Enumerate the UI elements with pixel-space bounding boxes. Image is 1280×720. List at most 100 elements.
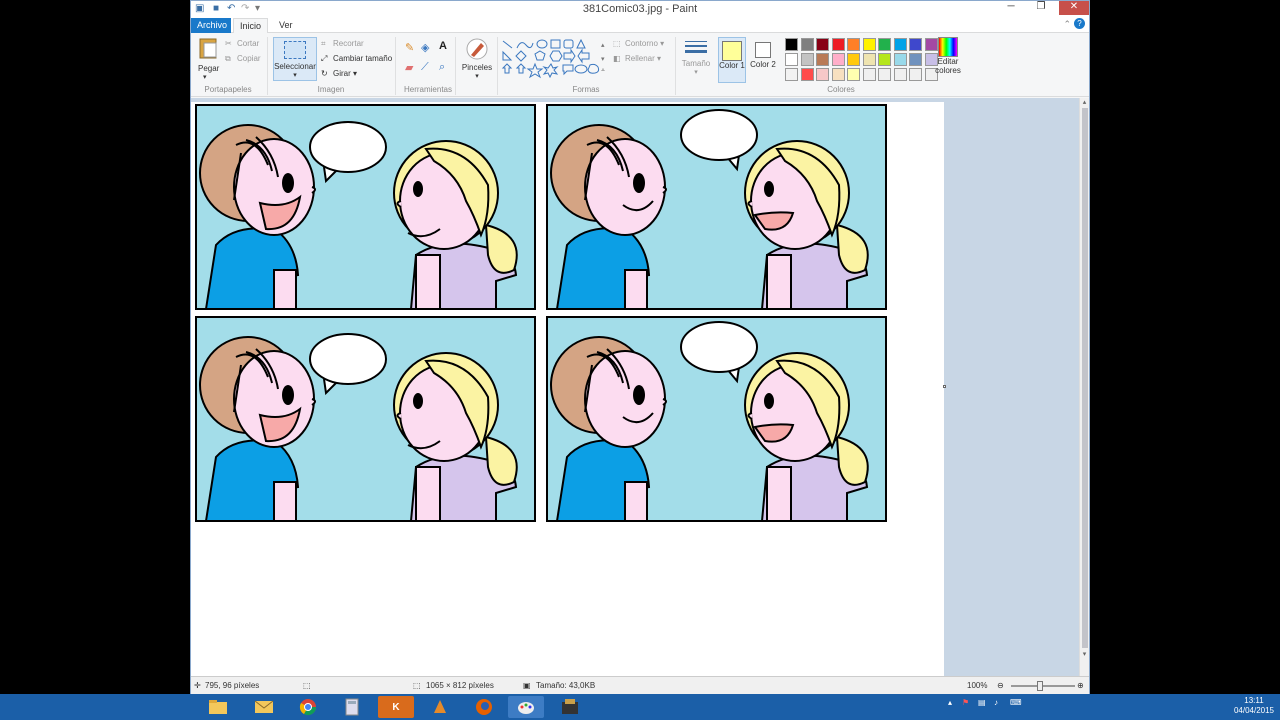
- maximize-button[interactable]: ❐: [1029, 1, 1053, 15]
- app2-button[interactable]: [552, 696, 588, 718]
- volume-icon[interactable]: ♪: [994, 698, 998, 707]
- collapse-ribbon-icon[interactable]: ⌃: [1063, 19, 1071, 30]
- palette-swatch[interactable]: [893, 68, 907, 81]
- resize-button[interactable]: ⤢ Cambiar tamaño: [321, 54, 392, 64]
- palette-swatch[interactable]: [816, 53, 829, 66]
- selection-size-icon: ⬚: [303, 681, 311, 690]
- file-explorer-button[interactable]: [200, 696, 236, 718]
- clock[interactable]: 13:11 04/04/2015: [1234, 696, 1274, 716]
- select-icon: [284, 41, 306, 59]
- palette-swatch[interactable]: [816, 68, 829, 81]
- crop-button[interactable]: ⌗ Recortar: [321, 39, 364, 49]
- scroll-down-icon[interactable]: ▾: [1080, 650, 1089, 658]
- zoom-slider-thumb[interactable]: [1037, 681, 1043, 691]
- tab-inicio[interactable]: Inicio: [233, 18, 269, 33]
- app-button[interactable]: [422, 696, 458, 718]
- outline-button[interactable]: ⬚ Contorno ▾: [613, 39, 664, 49]
- speech-bubble: [680, 109, 758, 161]
- palette-swatch[interactable]: [862, 38, 876, 51]
- crop-icon: ⌗: [321, 39, 326, 48]
- fill-button[interactable]: ◧ Rellenar ▾: [613, 54, 661, 64]
- rotate-button[interactable]: ↻ Girar ▾: [321, 69, 357, 79]
- palette-swatch[interactable]: [862, 53, 876, 66]
- file-size: Tamaño: 43,0KB: [536, 681, 596, 690]
- calculator-button[interactable]: [334, 696, 370, 718]
- palette-swatch[interactable]: [893, 38, 907, 51]
- shapes-scroll-up-icon[interactable]: ▴: [601, 41, 605, 49]
- palette-swatch[interactable]: [785, 38, 798, 51]
- canvas-area[interactable]: [191, 98, 1079, 676]
- tab-archivo[interactable]: Archivo: [191, 18, 231, 33]
- pencil-icon[interactable]: ✎: [405, 41, 414, 54]
- palette-swatch[interactable]: [909, 68, 922, 81]
- palette-swatch[interactable]: [816, 38, 829, 51]
- close-button[interactable]: ✕: [1059, 1, 1089, 15]
- fill-bucket-icon[interactable]: ◈: [421, 41, 429, 54]
- network-icon[interactable]: ▤: [978, 698, 986, 707]
- paste-button[interactable]: [197, 37, 221, 65]
- fill-icon: ◧: [613, 54, 621, 63]
- cut-button[interactable]: ✂ Cortar: [225, 39, 259, 49]
- paste-dropdown-icon[interactable]: ▾: [203, 73, 207, 81]
- canvas-resize-handle[interactable]: [943, 385, 946, 388]
- brushes-button[interactable]: Pinceles ▾: [461, 37, 493, 80]
- palette-swatch[interactable]: [831, 53, 845, 66]
- palette-swatch[interactable]: [878, 53, 891, 66]
- language-icon[interactable]: ⌨: [1010, 698, 1022, 707]
- palette-swatch[interactable]: [800, 68, 814, 81]
- palette-swatch[interactable]: [862, 68, 876, 81]
- minimize-button[interactable]: ─: [999, 1, 1023, 15]
- palette-swatch[interactable]: [785, 68, 798, 81]
- palette-swatch[interactable]: [878, 38, 891, 51]
- firefox-button[interactable]: [466, 696, 502, 718]
- palette-swatch[interactable]: [847, 38, 860, 51]
- shapes-scroll-down-icon[interactable]: ▾: [601, 55, 605, 63]
- palette-swatch[interactable]: [785, 53, 798, 66]
- color1-button[interactable]: Color 1: [718, 37, 746, 83]
- tab-ver[interactable]: Ver: [273, 18, 299, 33]
- color2-button[interactable]: Color 2: [749, 37, 777, 69]
- color-picker-icon[interactable]: ⟋: [421, 61, 429, 74]
- scrollbar-thumb[interactable]: [1081, 108, 1088, 648]
- paint-taskbar-button[interactable]: [508, 696, 544, 718]
- edit-colors-button[interactable]: Editar colores: [933, 37, 963, 75]
- image-dimensions: 1065 × 812 píxeles: [426, 681, 494, 690]
- kingsoft-button[interactable]: K: [378, 696, 414, 718]
- shapes-more-icon[interactable]: ⩡: [601, 67, 605, 75]
- eraser-icon[interactable]: ▰: [405, 61, 413, 74]
- clipboard-group-label: Portapapeles: [204, 85, 252, 94]
- comic-image[interactable]: [191, 102, 944, 676]
- palette-swatch[interactable]: [909, 53, 922, 66]
- palette-swatch[interactable]: [893, 53, 907, 66]
- palette-swatch[interactable]: [878, 68, 891, 81]
- taskbar: K ▴ ⚑ ▤ ♪ ⌨ 13:11 04/04/2015: [0, 694, 1280, 720]
- palette-swatch[interactable]: [909, 38, 922, 51]
- help-icon[interactable]: ?: [1074, 18, 1085, 29]
- shapes-gallery[interactable]: [501, 39, 601, 81]
- zoom-in-icon[interactable]: ⊕: [1077, 681, 1084, 690]
- ribbon-tabs: Archivo Inicio Ver ⌃ ?: [191, 17, 1089, 33]
- palette-swatch[interactable]: [800, 53, 814, 66]
- chrome-button[interactable]: [290, 696, 326, 718]
- select-label: Seleccionar: [274, 62, 316, 71]
- scroll-up-icon[interactable]: ▴: [1080, 98, 1089, 106]
- select-button[interactable]: Seleccionar ▾: [273, 37, 317, 81]
- magnifier-icon[interactable]: ⌕: [439, 61, 445, 74]
- size-button[interactable]: Tamaño ▾: [681, 39, 711, 76]
- color2-swatch: [755, 42, 771, 58]
- copy-button[interactable]: ⧉ Copiar: [225, 54, 261, 64]
- palette-swatch[interactable]: [800, 38, 814, 51]
- image-canvas[interactable]: [191, 102, 944, 676]
- palette-swatch[interactable]: [847, 53, 860, 66]
- palette-swatch[interactable]: [847, 68, 860, 81]
- palette-swatch[interactable]: [831, 68, 845, 81]
- vertical-scrollbar[interactable]: ▴ ▾: [1079, 98, 1089, 676]
- zoom-out-icon[interactable]: ⊖: [997, 681, 1004, 690]
- palette-swatch[interactable]: [831, 38, 845, 51]
- tray-chevron-icon[interactable]: ▴: [948, 698, 952, 707]
- zoom-slider[interactable]: [1011, 681, 1075, 691]
- mail-button[interactable]: [246, 696, 282, 718]
- brush-icon: [466, 38, 488, 60]
- action-center-icon[interactable]: ⚑: [962, 698, 969, 707]
- text-tool-icon[interactable]: A: [439, 40, 447, 52]
